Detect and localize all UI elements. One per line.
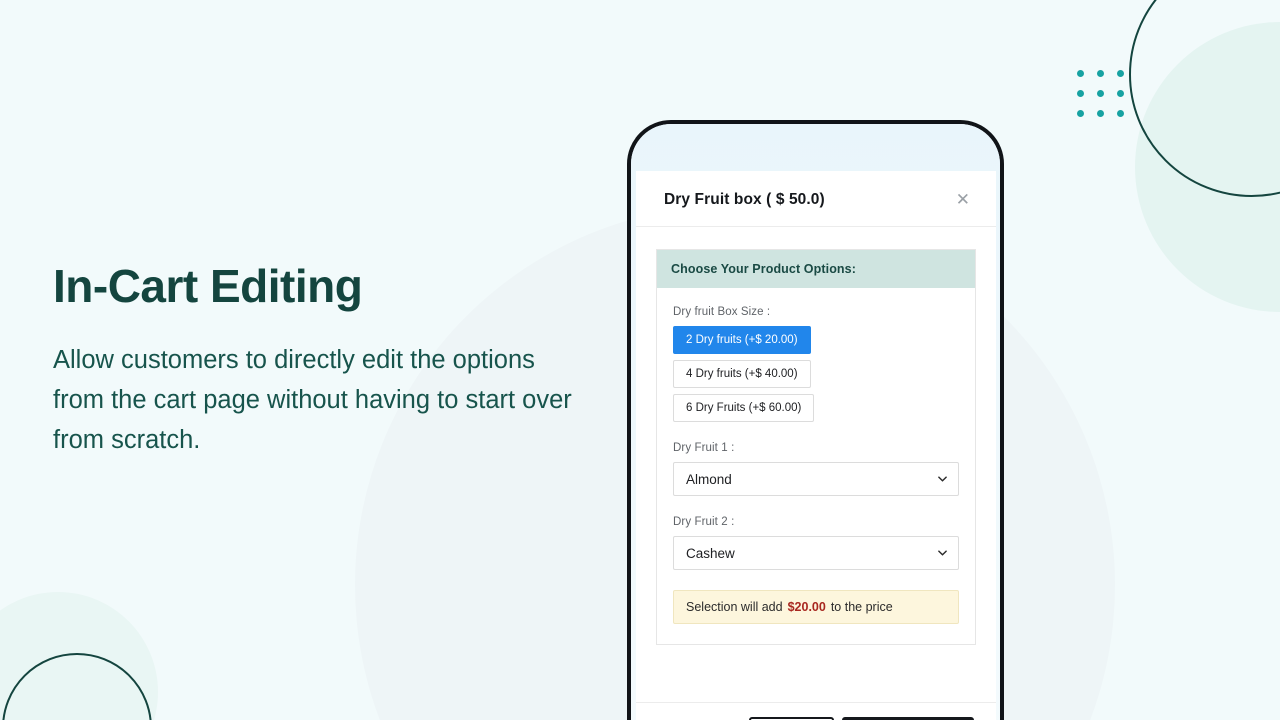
decor-circle-filled-bottom-left [0,592,158,720]
dry-fruit-1-label: Dry Fruit 1 : [673,442,735,454]
price-note: Selection will add $20.00 to the price [673,590,959,624]
close-icon[interactable]: ✕ [952,189,974,210]
dot-grid-icon [1077,70,1124,117]
price-note-prefix: Selection will add [686,600,783,614]
box-size-option-2[interactable]: 2 Dry fruits (+$ 20.00) [673,326,811,354]
decor-circle-filled-top-right [1135,22,1280,312]
price-note-amount: $20.00 [787,600,826,614]
price-note-suffix: to the price [830,600,893,614]
decor-circle-outline-bottom-left [2,653,152,720]
product-options-modal: Dry Fruit box ( $ 50.0) ✕ Choose Your Pr… [636,171,996,720]
modal-header: Dry Fruit box ( $ 50.0) ✕ [636,171,996,227]
grid-dot [1117,70,1124,77]
promo-description: Allow customers to directly edit the opt… [53,345,572,454]
options-card-body: Dry fruit Box Size : 2 Dry fruits (+$ 20… [657,288,975,644]
modal-body: Choose Your Product Options: Dry fruit B… [636,227,996,702]
options-section-header: Choose Your Product Options: [657,250,975,288]
phone-mockup: Dry Fruit box ( $ 50.0) ✕ Choose Your Pr… [627,120,1004,720]
dry-fruit-2-select[interactable]: Cashew [673,536,959,570]
modal-title: Dry Fruit box ( $ 50.0) [664,190,825,208]
box-size-options: 2 Dry fruits (+$ 20.00) 4 Dry fruits (+$… [673,326,959,422]
grid-dot [1117,90,1124,97]
dry-fruit-2-label: Dry Fruit 2 : [673,516,735,528]
box-size-label: Dry fruit Box Size : [673,306,771,318]
dry-fruit-1-select[interactable]: Almond [673,462,959,496]
grid-dot [1097,90,1104,97]
decor-circle-outline-top-right [1129,0,1280,197]
box-size-option-6[interactable]: 6 Dry Fruits (+$ 60.00) [673,394,815,422]
grid-dot [1077,110,1084,117]
grid-dot [1077,70,1084,77]
grid-dot [1117,110,1124,117]
grid-dot [1097,110,1104,117]
grid-dot [1097,70,1104,77]
promo-copy: In-Cart Editing Allow customers to direc… [53,260,573,460]
dry-fruit-2-field: Cashew [673,536,959,570]
grid-dot [1077,90,1084,97]
dry-fruit-1-field: Almond [673,462,959,496]
modal-footer: Cancel Save changes [636,702,996,720]
page-title: In-Cart Editing [53,260,363,312]
box-size-option-4[interactable]: 4 Dry fruits (+$ 40.00) [673,360,811,388]
options-card: Choose Your Product Options: Dry fruit B… [656,249,976,645]
